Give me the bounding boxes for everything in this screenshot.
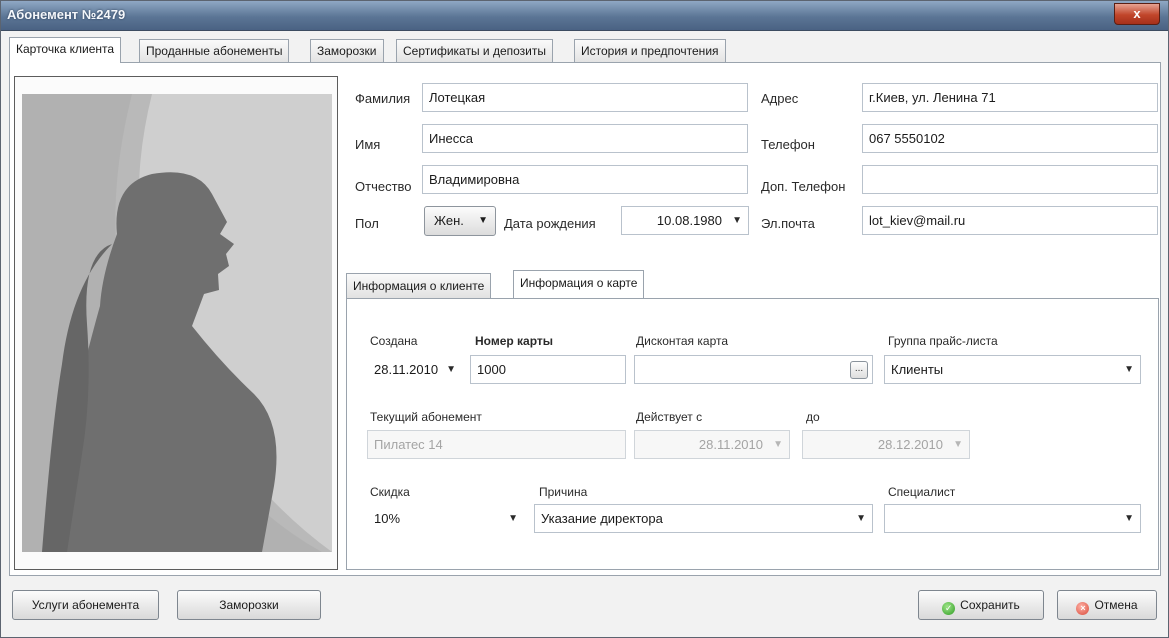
specialist-dropdown[interactable]: ▼ [884,504,1141,533]
ellipsis-icon: ... [854,363,864,374]
tab-client-card[interactable]: Карточка клиента [9,37,122,63]
address-field[interactable]: г.Киев, ул. Ленина 71 [862,83,1158,112]
gender-label: Пол [355,216,379,231]
client-photo-frame[interactable] [14,76,338,570]
chevron-down-icon: ▼ [508,513,518,524]
discount-card-label: Дисконтая карта [636,334,729,348]
tab-freezes[interactable]: Заморозки [310,39,384,63]
valid-to-value: 28.12.2010 [877,437,943,452]
tab-certificates-deposits[interactable]: Сертификаты и депозиты [396,39,553,63]
created-label: Создана [370,334,418,348]
reason-dropdown[interactable]: Указание директора ▼ [534,504,873,533]
tab-client-info[interactable]: Информация о клиенте [346,273,492,298]
card-number-label: Номер карты [475,334,554,348]
price-group-label: Группа прайс-листа [888,334,998,348]
subscription-window: Абонемент №2479 x Карточка клиента Прода… [0,0,1169,638]
browse-button[interactable]: ... [850,361,868,379]
gender-value: Жен. [434,213,464,228]
patronymic-field[interactable]: Владимировна [422,165,748,194]
price-group-dropdown[interactable]: Клиенты ▼ [884,355,1141,384]
email-field[interactable]: lot_kiev@mail.ru [862,206,1158,235]
chevron-down-icon: ▼ [1124,513,1134,524]
phone2-field[interactable] [862,165,1158,194]
reason-label: Причина [539,485,588,499]
cancel-label: Отмена [1094,598,1138,612]
discount-value: 10% [374,511,401,526]
surname-label: Фамилия [355,91,411,106]
discount-card-field[interactable]: ... [634,355,873,384]
chevron-down-icon: ▼ [478,215,488,226]
window-title: Абонемент №2479 [7,7,126,22]
surname-field[interactable]: Лотецкая [422,83,748,112]
current-subscription-label: Текущий абонемент [370,410,482,424]
birthdate-value: 10.08.1980 [656,213,722,228]
check-circle-icon: ✓ [942,602,956,615]
valid-from-label: Действует с [636,410,703,424]
close-icon: x [1133,6,1141,21]
discount-label: Скидка [370,485,410,499]
cancel-circle-icon: × [1076,602,1090,615]
save-button[interactable]: ✓ Сохранить [918,590,1044,620]
chevron-down-icon: ▼ [732,215,742,226]
phone-field[interactable]: 067 5550102 [862,124,1158,153]
phone2-label: Доп. Телефон [761,179,846,194]
birthdate-label: Дата рождения [504,216,596,231]
reason-value: Указание директора [541,511,663,526]
subscription-services-button[interactable]: Услуги абонемента [12,590,159,620]
created-date-picker[interactable]: 28.11.2010 ▼ [367,355,463,384]
chevron-down-icon: ▼ [446,364,456,375]
discount-dropdown[interactable]: 10% ▼ [367,504,525,533]
valid-to-picker[interactable]: 28.12.2010 ▼ [802,430,970,459]
freezes-button[interactable]: Заморозки [177,590,321,620]
gender-dropdown[interactable]: Жен. ▼ [424,206,496,236]
tab-history-preferences[interactable]: История и предпочтения [574,39,726,63]
title-bar[interactable]: Абонемент №2479 x [1,1,1168,31]
patronymic-label: Отчество [355,179,412,194]
client-photo [22,94,332,552]
chevron-down-icon: ▼ [953,439,963,450]
valid-from-value: 28.11.2010 [698,437,763,452]
specialist-label: Специалист [888,485,956,499]
chevron-down-icon: ▼ [1124,364,1134,375]
current-subscription-field: Пилатес 14 [367,430,626,459]
phone-label: Телефон [761,137,815,152]
birthdate-picker[interactable]: 10.08.1980 ▼ [621,206,749,235]
tab-sold-subscriptions[interactable]: Проданные абонементы [139,39,290,63]
email-label: Эл.почта [761,216,815,231]
address-label: Адрес [761,91,799,106]
chevron-down-icon: ▼ [856,513,866,524]
name-label: Имя [355,137,381,152]
save-label: Сохранить [960,598,1020,612]
name-field[interactable]: Инесса [422,124,748,153]
created-value: 28.11.2010 [374,362,439,377]
valid-from-picker[interactable]: 28.11.2010 ▼ [634,430,790,459]
tab-card-info[interactable]: Информация о карте [513,270,645,298]
card-number-field[interactable]: 1000 [470,355,626,384]
close-button[interactable]: x [1114,3,1160,25]
cancel-button[interactable]: × Отмена [1057,590,1157,620]
price-group-value: Клиенты [891,362,944,377]
valid-to-label: до [806,410,820,424]
chevron-down-icon: ▼ [773,439,783,450]
